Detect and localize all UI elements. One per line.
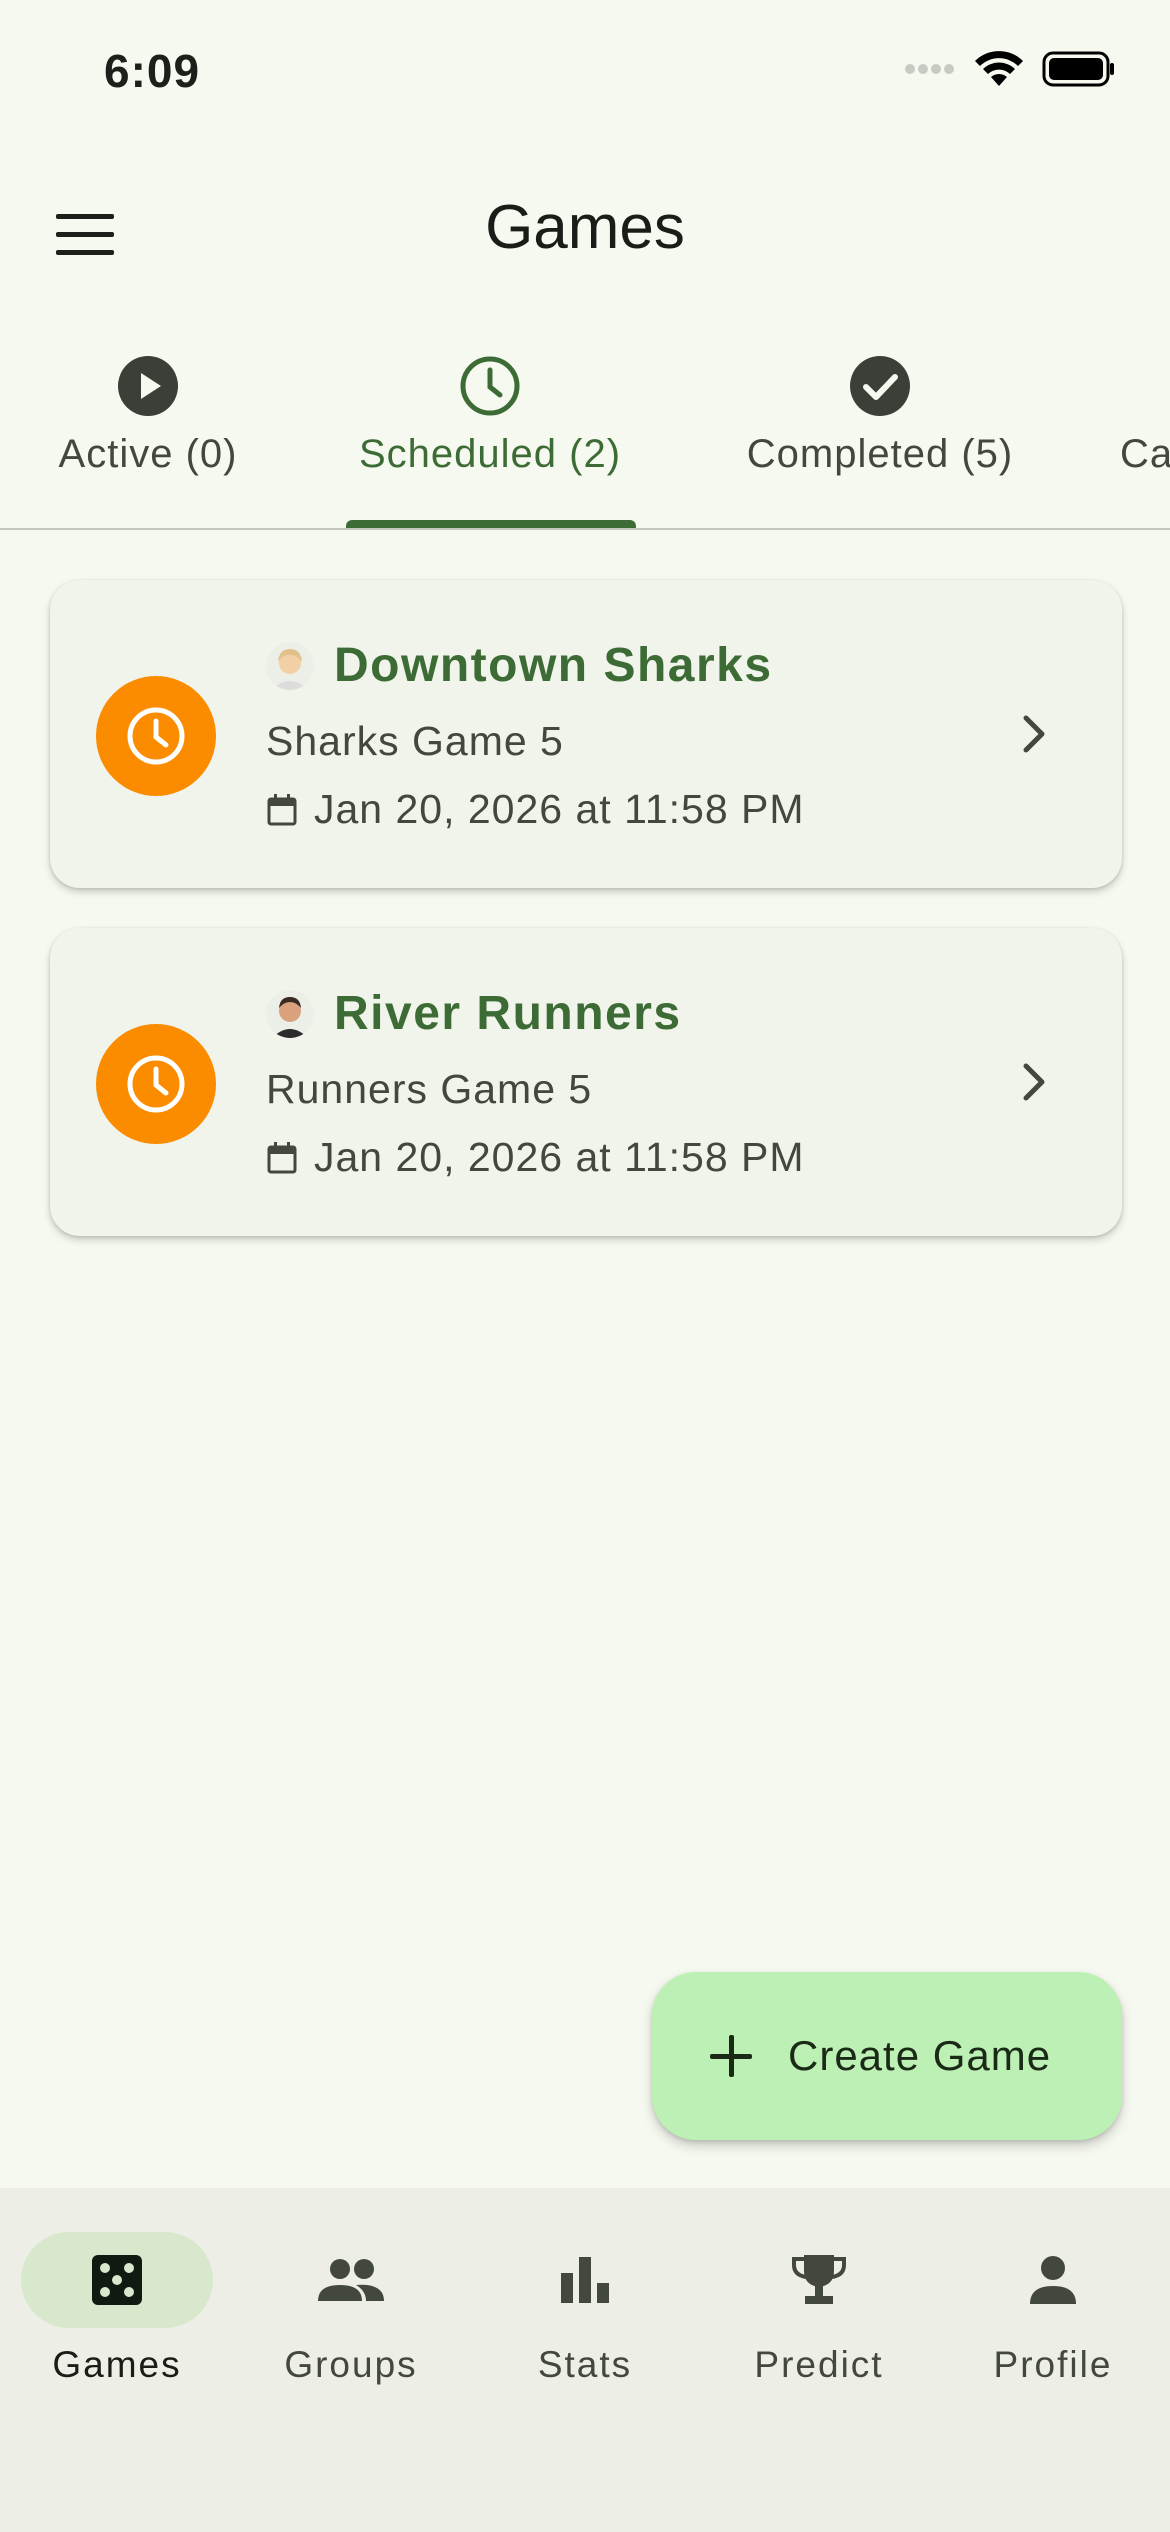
create-game-label: Create Game: [788, 2032, 1052, 2079]
group-name: Downtown Sharks: [334, 639, 773, 692]
game-name: Runners Game 5: [266, 1066, 593, 1112]
game-date: Jan 20, 2026 at 11:58 PM: [314, 786, 805, 832]
plus-icon: [710, 2035, 752, 2077]
tab-label: Active (0): [58, 432, 238, 476]
status-icons: [904, 50, 1116, 88]
tab-bar: Active (0) Scheduled (2) Completed (5) C…: [0, 340, 1170, 530]
scheduled-status-badge: [96, 1024, 216, 1144]
games-screen: 6:09 Games Active (0) Scheduled (2) Comp…: [0, 0, 1170, 2532]
battery-icon: [1042, 51, 1114, 87]
nav-label: Games: [52, 2344, 182, 2385]
calendar-icon: [267, 1141, 297, 1173]
avatar-blond-icon: [266, 641, 314, 690]
game-date: Jan 20, 2026 at 11:58 PM: [314, 1134, 805, 1180]
nav-indicator: [21, 2232, 213, 2328]
people-icon: [318, 2259, 384, 2301]
trophy-icon: [792, 2255, 846, 2304]
calendar-icon: [267, 793, 297, 825]
group-row: Downtown Sharks: [266, 638, 773, 693]
date-row: Jan 20, 2026 at 11:58 PM: [266, 1134, 805, 1181]
check-circle-icon: [850, 356, 910, 416]
game-card[interactable]: River Runners Runners Game 5 Jan 20, 202…: [50, 928, 1122, 1236]
group-name: River Runners: [334, 987, 682, 1040]
tab-active[interactable]: Active (0): [0, 340, 296, 528]
group-row: River Runners: [266, 986, 682, 1041]
create-game-button[interactable]: Create Game: [652, 1972, 1122, 2140]
play-circle-icon: [118, 356, 178, 416]
game-name: Sharks Game 5: [266, 718, 564, 764]
tab-label: Ca: [1120, 432, 1170, 476]
chevron-right-icon: [1023, 715, 1045, 753]
chevron-right-icon: [1023, 1063, 1045, 1101]
dice-icon: [92, 2255, 142, 2305]
tab-completed[interactable]: Completed (5): [700, 340, 1060, 528]
status-time: 6:09: [104, 45, 201, 97]
tab-scheduled[interactable]: Scheduled (2): [300, 340, 680, 528]
tab-label: Scheduled (2): [358, 432, 622, 476]
status-bar: 6:09: [0, 0, 1170, 150]
scheduled-status-badge: [96, 676, 216, 796]
nav-label: Profile: [993, 2344, 1113, 2385]
avatar: [266, 989, 314, 1038]
nav-label: Groups: [284, 2344, 418, 2385]
avatar-dark-hair-icon: [266, 989, 314, 1038]
nav-item-groups[interactable]: Groups: [234, 2232, 468, 2386]
bar-chart-icon: [561, 2257, 609, 2303]
wifi-icon: [975, 51, 1023, 86]
bottom-navigation: Games Groups Stats Predict Profile: [0, 2188, 1170, 2532]
app-bar: Games: [0, 160, 1170, 290]
nav-label: Predict: [754, 2344, 884, 2385]
person-icon: [1030, 2256, 1076, 2304]
tab-label: Completed (5): [746, 432, 1014, 476]
nav-item-stats[interactable]: Stats: [468, 2232, 702, 2386]
avatar: [266, 641, 314, 690]
game-card[interactable]: Downtown Sharks Sharks Game 5 Jan 20, 20…: [50, 580, 1122, 888]
nav-label: Stats: [537, 2344, 633, 2385]
clock-icon: [127, 707, 185, 765]
nav-item-profile[interactable]: Profile: [936, 2232, 1170, 2386]
date-row: Jan 20, 2026 at 11:58 PM: [266, 786, 805, 833]
clock-icon: [127, 1055, 185, 1113]
signal-icon: [905, 64, 954, 74]
tab-indicator: [346, 520, 636, 528]
clock-icon: [460, 356, 520, 416]
nav-item-games[interactable]: Games: [0, 2232, 234, 2386]
page-title: Games: [485, 193, 685, 262]
tab-cancelled[interactable]: Ca: [1120, 340, 1170, 528]
nav-item-predict[interactable]: Predict: [702, 2232, 936, 2386]
